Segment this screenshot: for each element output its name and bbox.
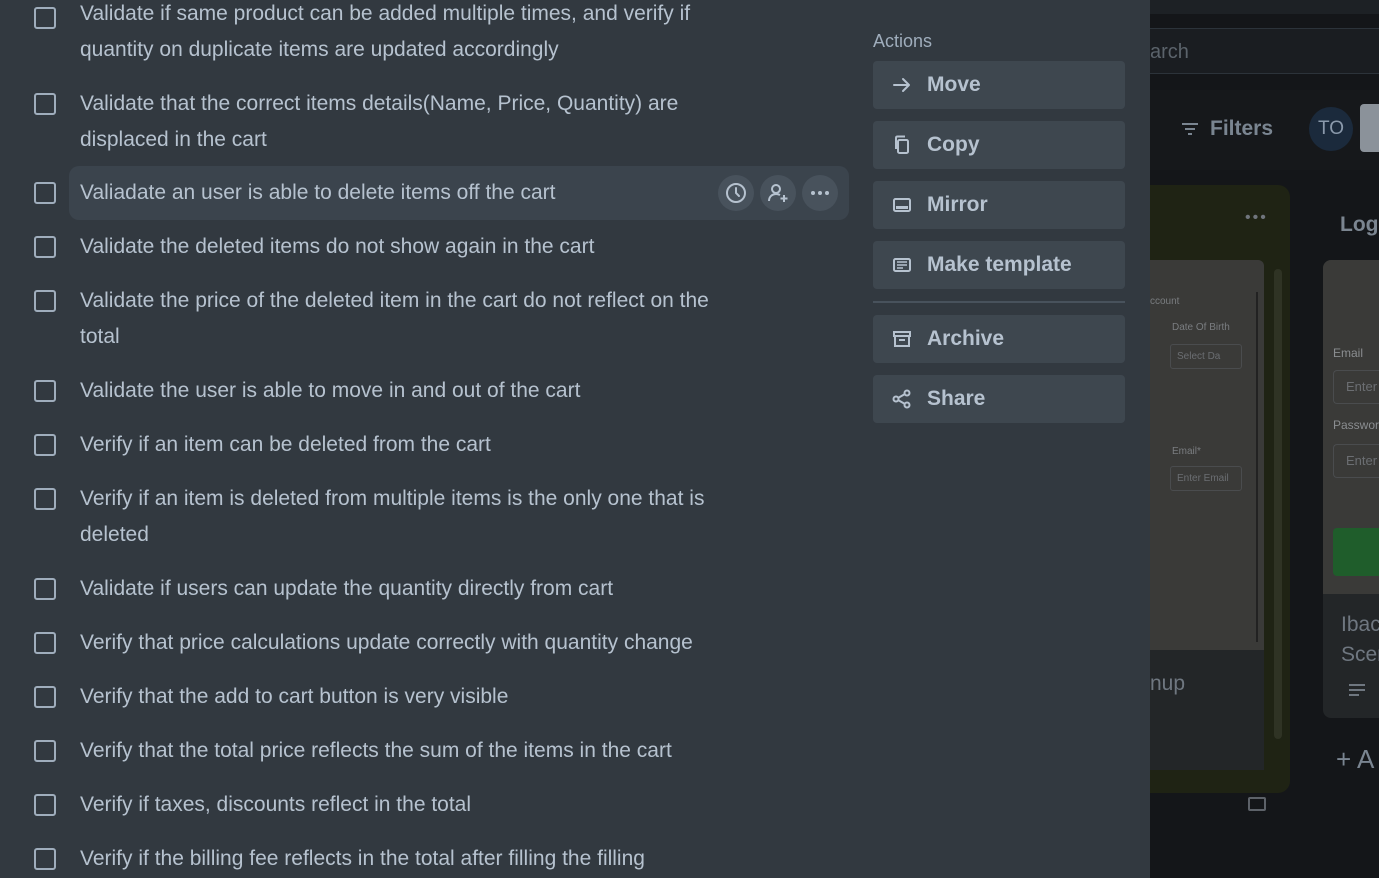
card-title: Ibac Scer bbox=[1341, 610, 1379, 670]
description-icon bbox=[1349, 684, 1365, 696]
filters-label: Filters bbox=[1210, 117, 1274, 140]
checklist-checkbox[interactable] bbox=[34, 632, 56, 654]
checklist-item-text[interactable]: Valiadate an user is able to delete item… bbox=[80, 175, 710, 211]
card-footer: nup bbox=[1150, 650, 1264, 770]
checklist-item-text[interactable]: Validate the deleted items do not show a… bbox=[80, 229, 710, 265]
assign-member-button[interactable] bbox=[760, 175, 796, 211]
move-button[interactable]: Move bbox=[873, 61, 1125, 109]
card-title: nup bbox=[1150, 672, 1186, 695]
cover-divider bbox=[1256, 292, 1258, 642]
share-label: Share bbox=[927, 387, 986, 410]
card-title-line: Ibac bbox=[1341, 613, 1379, 636]
checklist-checkbox[interactable] bbox=[34, 182, 56, 204]
cover-input: Enter bbox=[1333, 444, 1379, 478]
checklist-item-text[interactable]: Validate that the correct items details(… bbox=[80, 86, 710, 158]
clock-icon bbox=[726, 183, 746, 203]
checklist-checkbox[interactable] bbox=[34, 380, 56, 402]
add-card-button[interactable]: + A bbox=[1336, 744, 1374, 775]
card-title-line: Scer bbox=[1341, 643, 1379, 666]
cover-input: Enter Email bbox=[1170, 466, 1242, 491]
checklist-item-text[interactable]: Validate the user is able to move in and… bbox=[80, 373, 710, 409]
avatar-initials: TO bbox=[1317, 118, 1345, 139]
cover-text: Passworc bbox=[1333, 418, 1379, 432]
cover-input: Select Da bbox=[1170, 344, 1242, 369]
cover-button bbox=[1333, 528, 1379, 576]
checklist-item-tools bbox=[718, 175, 838, 211]
copy-icon bbox=[891, 134, 913, 156]
archive-button[interactable]: Archive bbox=[873, 315, 1125, 363]
checklist-item-text[interactable]: Verify if taxes, discounts reflect in th… bbox=[80, 787, 710, 823]
arrow-right-icon bbox=[891, 74, 913, 96]
make-template-label: Make template bbox=[927, 253, 1072, 276]
card-detail-modal: Validate if same product can be added mu… bbox=[0, 0, 1150, 878]
filter-icon bbox=[1182, 123, 1198, 135]
list-title: Log bbox=[1340, 213, 1379, 236]
checklist-checkbox[interactable] bbox=[34, 578, 56, 600]
cover-text: Email bbox=[1333, 346, 1364, 360]
checklist-checkbox[interactable] bbox=[34, 488, 56, 510]
share-button[interactable]: Share bbox=[873, 375, 1125, 423]
checklist-checkbox[interactable] bbox=[34, 794, 56, 816]
checklist-checkbox[interactable] bbox=[34, 290, 56, 312]
checklist-checkbox[interactable] bbox=[34, 848, 56, 870]
list-menu-icon[interactable]: ••• bbox=[1245, 209, 1268, 227]
mirror-icon bbox=[891, 194, 913, 216]
app-topbar bbox=[1150, 0, 1379, 14]
checklist-checkbox[interactable] bbox=[34, 434, 56, 456]
checklist-item-text[interactable]: Verify if an item can be deleted from th… bbox=[80, 427, 710, 463]
checklist-checkbox[interactable] bbox=[34, 236, 56, 258]
due-date-button[interactable] bbox=[718, 175, 754, 211]
checklist-item-text[interactable]: Verify if an item is deleted from multip… bbox=[80, 481, 710, 553]
more-icon bbox=[811, 191, 829, 195]
checklist-checkbox[interactable] bbox=[34, 740, 56, 762]
checklist-checkbox[interactable] bbox=[34, 93, 56, 115]
filters-button[interactable]: Filters bbox=[1182, 117, 1273, 141]
checklist-checkbox[interactable] bbox=[34, 7, 56, 29]
checklist-checkbox[interactable] bbox=[34, 686, 56, 708]
card-cover-image: ccount Date Of Birth Select Da Email* En… bbox=[1150, 260, 1264, 650]
checklist-item-text[interactable]: Verify that the total price reflects the… bbox=[80, 733, 710, 769]
avatar[interactable]: TO bbox=[1309, 107, 1353, 151]
make-template-button[interactable]: Make template bbox=[873, 241, 1125, 289]
archive-icon bbox=[891, 328, 913, 350]
board-background: arch Filters TO ••• ccount Date Of Birth… bbox=[1150, 0, 1379, 878]
board-search-field[interactable]: arch bbox=[1150, 28, 1379, 74]
checklist-item-text[interactable]: Verify that price calculations update co… bbox=[80, 625, 710, 661]
move-label: Move bbox=[927, 73, 981, 96]
search-placeholder: arch bbox=[1150, 41, 1189, 63]
board-card[interactable]: ccount Date Of Birth Select Da Email* En… bbox=[1150, 260, 1264, 770]
archive-label: Archive bbox=[927, 327, 1005, 350]
share-icon bbox=[891, 388, 913, 410]
copy-button[interactable]: Copy bbox=[873, 121, 1125, 169]
cover-text: ccount bbox=[1150, 296, 1180, 307]
copy-label: Copy bbox=[927, 133, 980, 156]
checklist-item-text[interactable]: Validate the price of the deleted item i… bbox=[80, 283, 710, 355]
add-member-icon bbox=[768, 184, 788, 202]
board-card[interactable]: Email Enter Passworc Enter Ibac Scer bbox=[1323, 260, 1379, 718]
cover-input: Enter bbox=[1333, 370, 1379, 404]
share-board-button[interactable] bbox=[1360, 104, 1379, 152]
mirror-label: Mirror bbox=[927, 193, 988, 216]
item-menu-button[interactable] bbox=[802, 175, 838, 211]
checklist-item-text[interactable]: Verify if the billing fee reflects in th… bbox=[80, 841, 710, 877]
board-list: ••• ccount Date Of Birth Select Da Email… bbox=[1150, 185, 1290, 811]
cover-text: Date Of Birth bbox=[1172, 322, 1230, 333]
mirror-button[interactable]: Mirror bbox=[873, 181, 1125, 229]
template-icon[interactable] bbox=[1248, 797, 1266, 811]
actions-panel: Actions Move Copy Mirror Make template A… bbox=[873, 28, 1125, 423]
checklist-item-text[interactable]: Verify that the add to cart button is ve… bbox=[80, 679, 710, 715]
checklist-item-text[interactable]: Validate if users can update the quantit… bbox=[80, 571, 710, 607]
template-icon bbox=[891, 254, 913, 276]
actions-heading: Actions bbox=[873, 31, 933, 51]
checklist-item-text[interactable]: Validate if same product can be added mu… bbox=[80, 0, 710, 68]
actions-divider bbox=[873, 301, 1125, 303]
list-scrollbar[interactable] bbox=[1274, 269, 1282, 739]
card-cover-image: Email Enter Passworc Enter bbox=[1323, 260, 1379, 594]
cover-text: Email* bbox=[1172, 446, 1201, 457]
